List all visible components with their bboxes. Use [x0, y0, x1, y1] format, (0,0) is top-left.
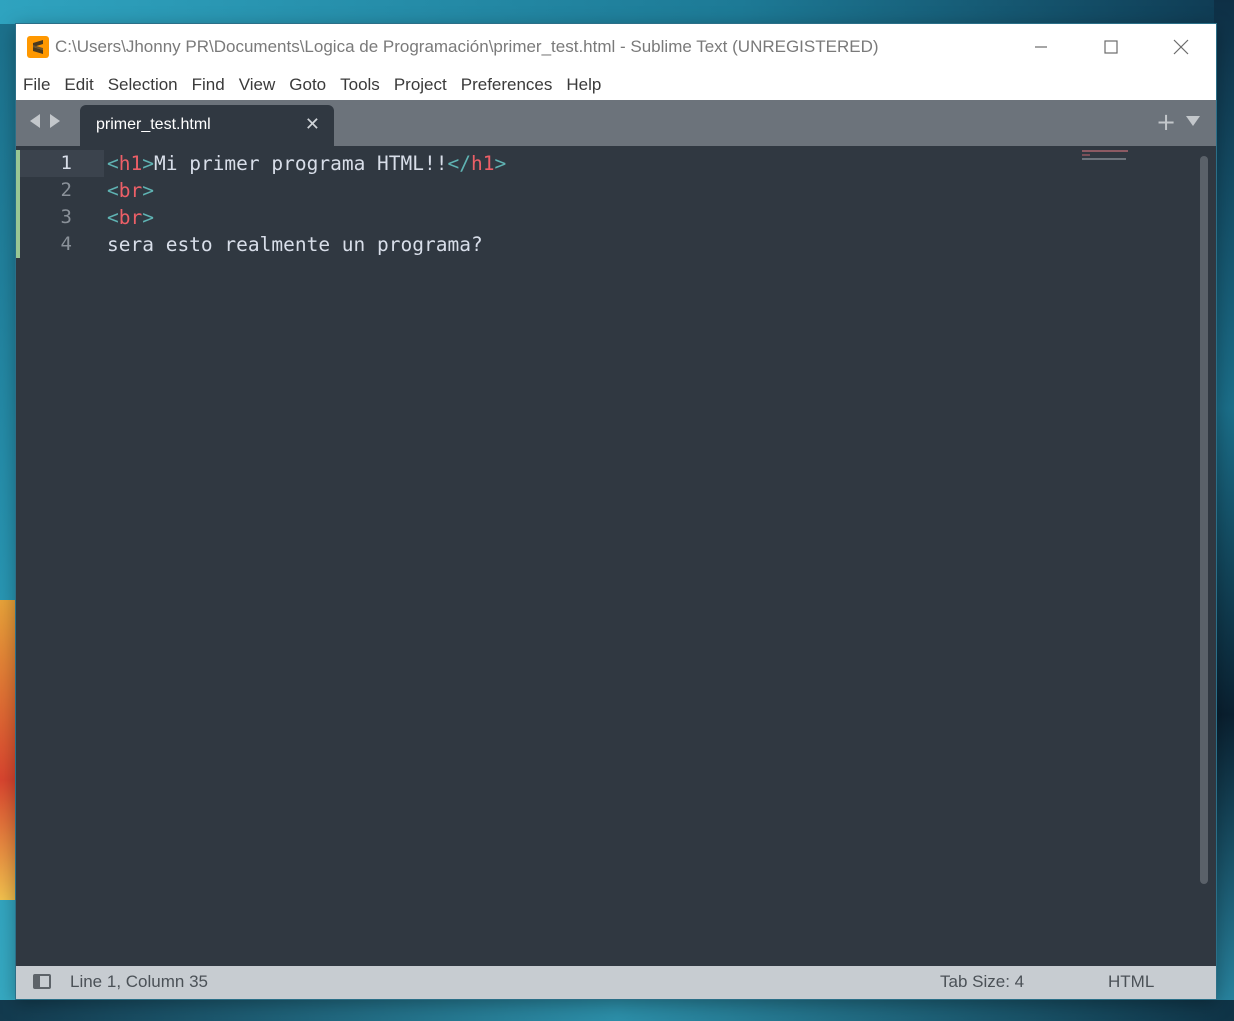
syntax-mode[interactable]: HTML: [1108, 972, 1154, 992]
line-number: 2: [60, 179, 72, 201]
line-number-gutter: 1 2 3 4: [20, 150, 104, 258]
title-bar[interactable]: C:\Users\Jhonny PR\Documents\Logica de P…: [16, 24, 1216, 70]
window-title: C:\Users\Jhonny PR\Documents\Logica de P…: [55, 37, 879, 56]
tab-list-chevron-down-icon[interactable]: [1185, 115, 1201, 127]
bracket-token: </: [447, 152, 471, 175]
next-tab-arrow-icon[interactable]: [48, 113, 62, 129]
menu-selection[interactable]: Selection: [101, 70, 185, 100]
tab-bar: primer_test.html ✕ +: [16, 100, 1216, 146]
tab-navigation: [28, 113, 62, 129]
code-content[interactable]: <h1>Mi primer programa HTML!!</h1> <br> <b…: [107, 150, 506, 258]
desktop-wallpaper-bottom: [0, 1000, 1234, 1021]
menu-find[interactable]: Find: [185, 70, 232, 100]
tab-size[interactable]: Tab Size: 4: [940, 972, 1024, 992]
sublime-text-app-icon[interactable]: [27, 36, 49, 58]
bracket-token: <: [107, 206, 119, 229]
new-tab-plus-icon[interactable]: +: [1156, 110, 1176, 134]
menu-project[interactable]: Project: [387, 70, 454, 100]
tag-name-token: br: [118, 179, 143, 202]
minimize-button[interactable]: [1006, 24, 1076, 70]
tab-primer-test-html[interactable]: primer_test.html ✕: [80, 105, 334, 146]
line-number: 3: [60, 206, 72, 228]
code-line[interactable]: sera esto realmente un programa?: [107, 231, 506, 258]
menu-help[interactable]: Help: [559, 70, 608, 100]
maximize-icon: [1104, 40, 1118, 54]
line-number: 1: [20, 150, 104, 177]
close-window-button[interactable]: [1146, 24, 1216, 70]
line-number: 4: [60, 233, 72, 255]
text-token: Mi primer programa HTML!!: [153, 152, 448, 175]
bracket-token: <: [107, 152, 119, 175]
bracket-token: >: [494, 152, 507, 175]
close-icon: [1173, 39, 1189, 55]
bracket-token: >: [142, 179, 154, 202]
sublime-text-window: C:\Users\Jhonny PR\Documents\Logica de P…: [16, 24, 1216, 999]
menu-edit[interactable]: Edit: [57, 70, 100, 100]
desktop-wallpaper-top: [0, 0, 1234, 24]
menu-file[interactable]: File: [16, 70, 57, 100]
text-token: sera esto realmente un programa?: [107, 233, 483, 256]
code-line[interactable]: <h1>Mi primer programa HTML!!</h1>: [107, 150, 506, 177]
close-tab-icon[interactable]: ✕: [305, 115, 320, 135]
vertical-scrollbar-thumb[interactable]: [1200, 156, 1208, 884]
bracket-token: <: [107, 179, 119, 202]
code-line[interactable]: <br>: [107, 177, 506, 204]
toggle-sidebar-icon[interactable]: [33, 974, 51, 989]
minimize-icon: [1035, 46, 1047, 48]
tab-label: primer_test.html: [96, 116, 211, 133]
bracket-token: >: [142, 152, 154, 175]
maximize-button[interactable]: [1076, 24, 1146, 70]
previous-tab-arrow-icon[interactable]: [28, 113, 42, 129]
menu-goto[interactable]: Goto: [282, 70, 333, 100]
menu-preferences[interactable]: Preferences: [454, 70, 560, 100]
code-line[interactable]: <br>: [107, 204, 506, 231]
tag-name-token: br: [118, 206, 143, 229]
bracket-token: >: [142, 206, 154, 229]
tag-name-token: h1: [118, 152, 143, 175]
tag-name-token: h1: [470, 152, 495, 175]
menu-bar: File Edit Selection Find View Goto Tools…: [16, 70, 1216, 100]
desktop-wallpaper-right: [1214, 0, 1234, 1021]
menu-tools[interactable]: Tools: [333, 70, 387, 100]
menu-view[interactable]: View: [232, 70, 283, 100]
status-bar: Line 1, Column 35 Tab Size: 4 HTML: [16, 966, 1216, 999]
code-editor[interactable]: 1 2 3 4 <h1>Mi primer programa HTML!!</h…: [16, 146, 1216, 966]
cursor-position[interactable]: Line 1, Column 35: [70, 972, 208, 992]
minimap[interactable]: [1082, 150, 1130, 164]
